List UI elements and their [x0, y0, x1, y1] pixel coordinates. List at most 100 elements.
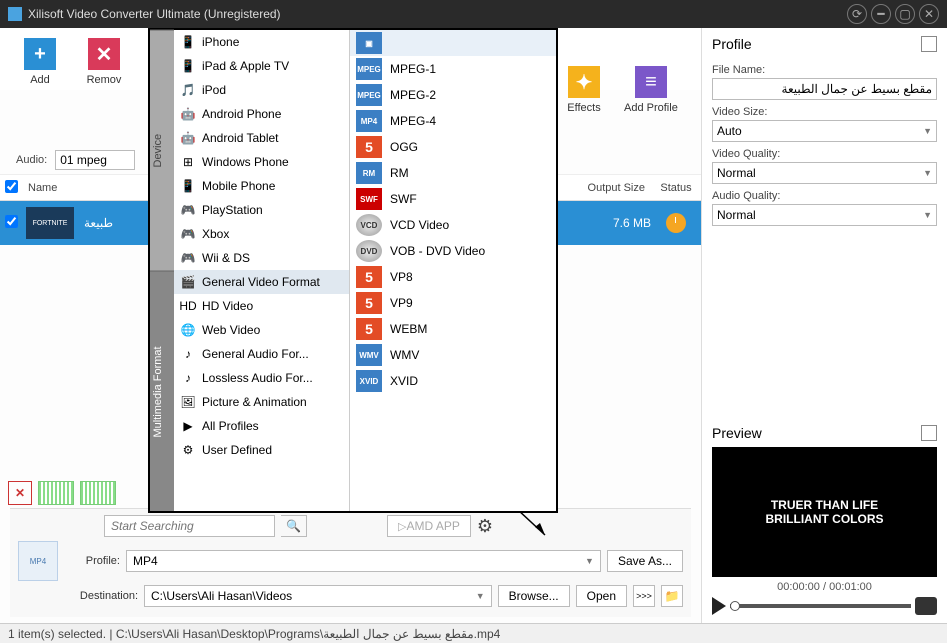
chevron-down-icon: ▼	[923, 126, 932, 136]
category-item[interactable]: ⊞Windows Phone	[174, 150, 349, 174]
format-label: VP9	[390, 296, 413, 310]
category-icon: ▶	[180, 418, 196, 434]
minimize-icon[interactable]: ━	[871, 4, 891, 24]
format-item[interactable]: VCDVCD Video	[350, 212, 556, 238]
search-input[interactable]	[104, 515, 275, 537]
destination-value: C:\Users\Ali Hasan\Videos	[151, 589, 292, 603]
format-label: OGG	[390, 140, 418, 154]
category-item[interactable]: 🎮Xbox	[174, 222, 349, 246]
format-item[interactable]: RMRM	[350, 160, 556, 186]
save-as-button[interactable]: Save As...	[607, 550, 683, 572]
remove-label: Remov	[87, 74, 122, 86]
expand-icon[interactable]	[921, 36, 937, 52]
col-outsize[interactable]: Output Size	[571, 182, 651, 194]
profile-icon: ≡	[635, 66, 667, 98]
format-item[interactable]: ▣	[350, 30, 556, 56]
format-item[interactable]: XVIDXVID	[350, 368, 556, 394]
category-icon: HD	[180, 298, 196, 314]
category-item[interactable]: 📱Mobile Phone	[174, 174, 349, 198]
category-item[interactable]: 📱iPad & Apple TV	[174, 54, 349, 78]
category-item[interactable]: 🤖Android Tablet	[174, 126, 349, 150]
format-label: VOB - DVD Video	[390, 244, 485, 258]
profile-value: MP4	[133, 554, 158, 568]
format-icon: SWF	[356, 188, 382, 210]
clip-waveform-1[interactable]	[38, 481, 74, 505]
format-item[interactable]: SWF SWF	[350, 186, 556, 212]
browse-button[interactable]: Browse...	[498, 585, 570, 607]
clip-waveform-2[interactable]	[80, 481, 116, 505]
audioquality-select[interactable]: Normal▼	[712, 204, 937, 226]
format-item[interactable]: WMVWMV	[350, 342, 556, 368]
category-item[interactable]: ▶All Profiles	[174, 414, 349, 438]
preview-frame[interactable]: TRUER THAN LIFE BRILLIANT COLORS	[712, 447, 937, 577]
close-icon[interactable]: ✕	[919, 4, 939, 24]
filename-label: File Name:	[712, 64, 937, 76]
more-button[interactable]: >>>	[633, 585, 655, 607]
category-item[interactable]: ♪ General Audio For...	[174, 342, 349, 366]
category-icon: 🎮	[180, 226, 196, 242]
category-label: General Audio For...	[202, 347, 309, 361]
remove-button[interactable]: ✕ Remov	[80, 38, 128, 86]
col-status[interactable]: Status	[651, 182, 701, 194]
format-item[interactable]: MPEGMPEG-2	[350, 82, 556, 108]
category-item[interactable]: 🤖Android Phone	[174, 102, 349, 126]
add-button[interactable]: + Add	[16, 38, 64, 86]
category-item[interactable]: ♪Lossless Audio For...	[174, 366, 349, 390]
category-item[interactable]: ⚙User Defined	[174, 438, 349, 462]
progress-slider[interactable]	[730, 604, 911, 608]
format-item[interactable]: 5WEBM	[350, 316, 556, 342]
category-item[interactable]: 📱iPhone	[174, 30, 349, 54]
category-item[interactable]: 🎮PlayStation	[174, 198, 349, 222]
videoquality-select[interactable]: Normal▼	[712, 162, 937, 184]
app-logo	[8, 7, 22, 21]
profile-select[interactable]: MP4▼	[126, 550, 601, 572]
category-item[interactable]: 🎵iPod	[174, 78, 349, 102]
search-icon[interactable]: 🔍	[281, 515, 307, 537]
toolbar-right-group: ✦ Effects ≡ Add Profile	[560, 66, 678, 114]
play-button[interactable]	[712, 597, 726, 615]
format-item[interactable]: DVDVOB - DVD Video	[350, 238, 556, 264]
snapshot-button[interactable]	[915, 597, 937, 615]
folder-button[interactable]: 📁	[661, 585, 683, 607]
format-label: SWF	[390, 192, 417, 206]
profile-format-list[interactable]: ▣MPEGMPEG-1MPEGMPEG-2MP4MPEG-45OGGRMRMSW…	[350, 30, 556, 511]
tab-device[interactable]: Device	[150, 30, 174, 271]
profile-category-list[interactable]: 📱iPhone📱iPad & Apple TV🎵iPod🤖Android Pho…	[174, 30, 350, 511]
format-icon: ▣	[356, 32, 382, 54]
tab-multimedia-format[interactable]: Multimedia Format	[150, 271, 174, 512]
category-icon: 🎵	[180, 82, 196, 98]
destination-input[interactable]: C:\Users\Ali Hasan\Videos▼	[144, 585, 492, 607]
amd-button[interactable]: ▷ AMD APP	[387, 515, 471, 537]
category-item[interactable]: 🎮Wii & DS	[174, 246, 349, 270]
clock-icon	[666, 213, 686, 233]
select-all-checkbox[interactable]	[0, 180, 22, 196]
format-item[interactable]: 5OGG	[350, 134, 556, 160]
format-label: MPEG-2	[390, 88, 436, 102]
category-item[interactable]: 🌐Web Video	[174, 318, 349, 342]
sync-icon[interactable]: ⟳	[847, 4, 867, 24]
add-profile-button[interactable]: ≡ Add Profile	[624, 66, 678, 114]
maximize-icon[interactable]: ▢	[895, 4, 915, 24]
expand-icon[interactable]	[921, 425, 937, 441]
effects-button[interactable]: ✦ Effects	[560, 66, 608, 114]
gear-icon[interactable]: ⚙	[477, 516, 493, 537]
audio-select[interactable]: 01 mpeg	[55, 150, 135, 170]
filename-input[interactable]	[712, 78, 937, 100]
category-item[interactable]: HDHD Video	[174, 294, 349, 318]
format-item[interactable]: MPEGMPEG-1	[350, 56, 556, 82]
category-item[interactable]: 🖼Picture & Animation	[174, 390, 349, 414]
clip-delete-button[interactable]: ✕	[8, 481, 32, 505]
category-icon: ♪	[180, 346, 196, 362]
category-label: Android Tablet	[202, 131, 279, 145]
format-item[interactable]: MP4MPEG-4	[350, 108, 556, 134]
row-checkbox[interactable]	[0, 215, 22, 231]
format-item[interactable]: 5VP8	[350, 264, 556, 290]
category-icon: ♪	[180, 370, 196, 386]
category-item[interactable]: 🎬General Video Format	[174, 270, 349, 294]
videosize-select[interactable]: Auto▼	[712, 120, 937, 142]
format-label: WMV	[390, 348, 419, 362]
open-button[interactable]: Open	[576, 585, 627, 607]
progress-handle[interactable]	[730, 601, 740, 611]
format-item[interactable]: 5VP9	[350, 290, 556, 316]
title-bar: Xilisoft Video Converter Ultimate (Unreg…	[0, 0, 947, 28]
